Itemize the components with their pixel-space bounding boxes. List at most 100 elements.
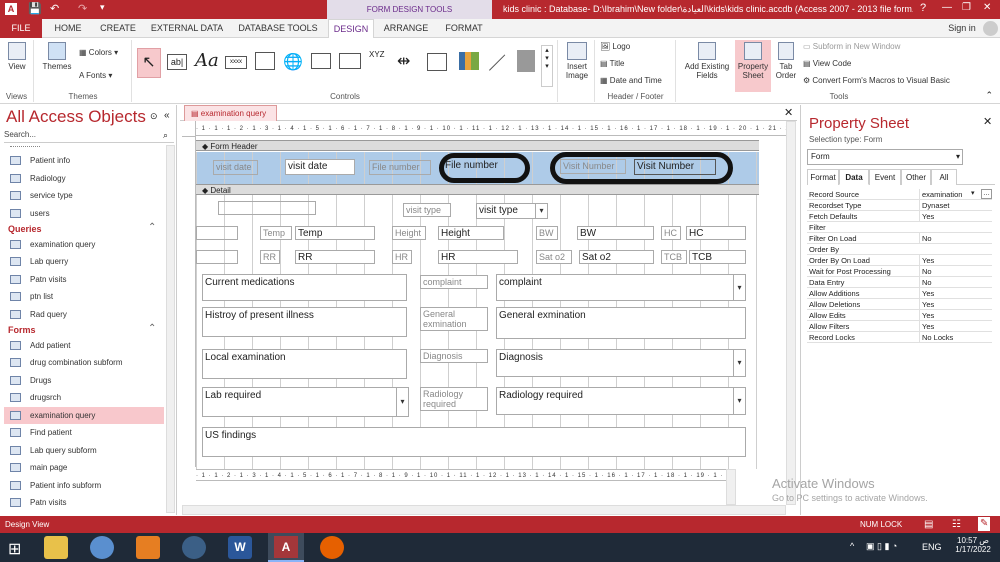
nav-form-patient-info-subform[interactable]: Patient info subform [10,477,101,494]
file-number-textbox[interactable]: File number [443,159,523,175]
access-taskbar-button[interactable]: A [268,533,304,562]
detail-bar[interactable]: ◆ Detail [196,184,759,195]
nav-table-service-type[interactable]: service type [10,187,73,204]
design-view-icon[interactable]: ✎ [978,517,991,531]
nav-queries-header[interactable]: Queries [8,221,42,237]
visit-date-textbox[interactable]: visit date [285,159,355,175]
property-row[interactable]: Order By On Load Yes [807,255,992,266]
ps-tab-data[interactable]: Data [839,169,869,185]
visit-date-label[interactable]: visit date [213,160,258,175]
property-value[interactable]: Dynaset [919,200,989,211]
view-button[interactable]: View [4,42,30,71]
form-header-bar[interactable]: ◆ Form Header [196,140,759,151]
label-control-icon[interactable]: Aa [195,50,219,71]
file-number-label[interactable]: File number [369,160,431,175]
property-row[interactable]: Record Source examination [807,189,992,200]
subform-new-window-button[interactable]: ▭ Subform in New Window [803,42,900,51]
minimize-button[interactable]: — [942,2,952,13]
control-panel-icon[interactable] [90,536,114,559]
temp-label[interactable]: Temp [260,226,292,240]
radiology-combobox[interactable]: Radiology required ▾ [496,387,746,415]
diagnosis-combobox[interactable]: Diagnosis ▾ [496,349,746,377]
help-button[interactable]: ? [920,2,926,14]
visit-type-label[interactable]: visit type [403,203,451,217]
height-label[interactable]: Height [392,226,426,240]
general-exam-label[interactable]: General exmination [420,307,488,331]
builder-button[interactable]: … [981,189,992,199]
horizontal-scrollbar[interactable] [182,505,786,515]
nav-table-patient-info[interactable]: Patient info [10,152,70,169]
nav-table-users[interactable]: users [10,205,50,222]
date-time-button[interactable]: ▦ Date and Time [600,76,662,85]
combo-box-icon[interactable] [427,53,447,71]
property-row[interactable]: Data Entry No [807,277,992,288]
bw-label[interactable]: BW [536,226,558,240]
property-value[interactable]: No [919,266,989,277]
property-row[interactable]: Recordset Type Dynaset [807,200,992,211]
close-property-sheet-icon[interactable]: ✕ [983,115,992,128]
tab-external-data[interactable]: EXTERNAL DATA [146,19,228,38]
logo-button[interactable]: 🖼 Logo [600,42,630,51]
form-view-icon[interactable]: ▤ [924,516,933,533]
nav-scrollbar[interactable] [166,145,175,513]
sat-o2-label[interactable]: Sat o2 [536,250,572,264]
chart-control-icon[interactable] [459,52,479,70]
rr-textbox[interactable]: RR [295,250,375,264]
button-control-icon[interactable]: xxxx [225,56,247,69]
temp-textbox[interactable]: Temp [295,226,375,240]
page-break-icon[interactable]: ⇹ [397,51,410,71]
tab-create[interactable]: CREATE [96,19,140,38]
chevron-down-icon[interactable]: ▾ [733,388,745,414]
property-row[interactable]: Record Locks No Locks [807,332,992,343]
ps-tab-other[interactable]: Other [901,169,931,185]
property-row[interactable]: Filter On Load No [807,233,992,244]
language-indicator[interactable]: ENG [922,542,942,552]
save-icon[interactable]: 💾 [28,2,42,15]
convert-macros-button[interactable]: ⚙ Convert Form's Macros to Visual Basic [803,76,950,85]
nav-form-lab-query-subform[interactable]: Lab query subform [10,442,97,459]
selection-selector[interactable]: Form ▾ [807,149,963,165]
restore-button[interactable]: ❐ [962,2,971,13]
property-row[interactable]: Allow Edits Yes [807,310,992,321]
tray-chevron-icon[interactable]: ^ [850,541,854,551]
lab-required-combobox[interactable]: Lab required ▾ [202,387,409,417]
ps-tab-event[interactable]: Event [869,169,901,185]
bw-textbox[interactable]: BW [577,226,654,240]
add-existing-fields-button[interactable]: Add Existing Fields [681,42,733,80]
layout-view-icon[interactable]: ☷ [952,516,961,533]
property-value[interactable]: Yes [919,299,989,310]
property-value[interactable]: No Locks [919,332,989,343]
nav-query-ptn-list[interactable]: ptn list [10,288,53,305]
file-explorer-icon[interactable] [44,536,68,559]
avatar[interactable] [983,21,998,36]
nav-form-drugs[interactable]: Drugs [10,372,51,389]
hr-label[interactable]: HR [392,250,412,264]
visit-type-combobox[interactable]: visit type ▾ [476,203,548,219]
property-row[interactable]: Allow Additions Yes [807,288,992,299]
general-exam-textbox[interactable]: General exmination [496,307,746,339]
nav-form-patn-visits[interactable]: Patn visits [10,494,66,511]
web-browser-icon[interactable] [311,53,331,69]
tab-home[interactable]: HOME [46,19,90,38]
diagnosis-label[interactable]: Diagnosis [420,349,488,363]
title-button[interactable]: ▤ Title [600,59,624,68]
themes-button[interactable]: Themes [39,42,75,71]
chevron-down-icon[interactable]: ▾ [396,388,408,416]
nav-forms-header[interactable]: Forms [8,322,36,338]
tray-network-icon[interactable]: ▣ ▯ ▮ ◔ [866,541,897,552]
tab-order-button[interactable]: Tab Order [773,42,799,80]
tcb-textbox[interactable]: TCB [689,250,746,264]
clock[interactable]: 10:57 ص 1/17/2022 [950,536,996,554]
property-row[interactable]: Fetch Defaults Yes [807,211,992,222]
select-pointer-icon[interactable]: ↖ [137,48,161,78]
sign-in-link[interactable]: Sign in [944,19,980,38]
start-icon[interactable]: ⊞ [8,539,21,559]
tab-design[interactable]: DESIGN [328,19,374,38]
property-value[interactable]: No [919,277,989,288]
nav-query-examination[interactable]: examination query [10,236,95,253]
document-tab[interactable]: ▤ examination query [184,105,278,121]
firefox-icon[interactable] [320,536,344,559]
visit-number-label[interactable]: Visit Number [560,159,626,174]
empty-textbox[interactable] [218,201,316,215]
property-value[interactable]: Yes [919,255,989,266]
